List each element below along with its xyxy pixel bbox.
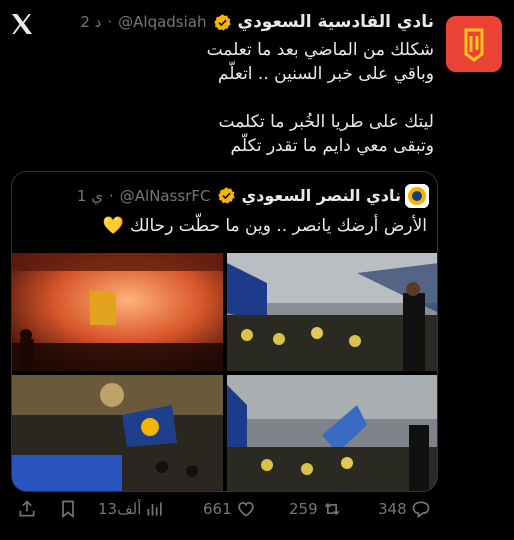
retweet-icon [324, 502, 339, 516]
views-count: 13ألف [98, 500, 142, 518]
quoted-text-body: الأرض أرضك يانصر .. وين ما حطّت رحالك [130, 216, 427, 236]
tweet-time[interactable]: 2 د [80, 13, 101, 31]
bookmark-icon [62, 500, 74, 519]
author-avatar[interactable] [446, 16, 502, 72]
reply-icon [412, 501, 429, 519]
retweet-button[interactable]: 259 [289, 494, 342, 524]
reply-count: 348 [378, 500, 407, 518]
separator-dot: · [107, 13, 113, 31]
media-grid [12, 253, 437, 491]
like-count: 661 [203, 500, 232, 518]
tweet-line: وباقي على خبر السنين .. اتعلّم [217, 64, 434, 84]
media-photo[interactable] [12, 375, 223, 491]
quoted-tweet[interactable]: نادي النصر السعودي @AlNassrFC · 1 ي الأر… [11, 171, 438, 492]
quoted-author-avatar[interactable] [405, 184, 429, 208]
share-icon [19, 500, 35, 517]
yellow-heart-icon: 💛 [102, 216, 124, 236]
action-bar: 13ألف 661 259 348 [0, 494, 514, 524]
tweet-line: ليتك على طريا الخُبر ما تكلمت [218, 112, 435, 132]
retweet-count: 259 [289, 500, 318, 518]
tweet-line-gap [24, 86, 434, 110]
quoted-author-handle[interactable]: @AlNassrFC [120, 187, 211, 205]
bookmark-button[interactable] [58, 494, 78, 524]
tweet-line: وتبقى معي دايم ما تقدر تكلّم [230, 136, 435, 156]
like-icon [237, 501, 254, 517]
reply-button[interactable]: 348 [378, 494, 431, 524]
author-name[interactable]: نادي القادسية السعودي [238, 12, 435, 32]
x-logo-icon[interactable] [10, 12, 34, 36]
tweet-line: شكلك من الماضي بعد ما تعلمت [206, 40, 434, 60]
author-handle[interactable]: @Alqadsiah [118, 13, 206, 31]
separator-dot: · [108, 186, 114, 205]
verified-badge-icon [217, 187, 235, 204]
quoted-author-name[interactable]: نادي النصر السعودي [242, 186, 401, 205]
quoted-text: الأرض أرضك يانصر .. وين ما حطّت رحالك 💛 [103, 216, 427, 236]
views-icon [147, 502, 163, 516]
tweet-header: نادي القادسية السعودي @Alqadsiah · 2 د [80, 12, 434, 32]
like-button[interactable]: 661 [203, 494, 256, 524]
quoted-time[interactable]: 1 ي [77, 187, 103, 205]
tweet-text: شكلك من الماضي بعد ما تعلمت وباقي على خب… [24, 38, 434, 158]
media-photo[interactable] [12, 253, 223, 371]
views-button[interactable]: 13ألف [98, 494, 165, 524]
quoted-header: نادي النصر السعودي @AlNassrFC · 1 ي [77, 186, 401, 205]
verified-badge-icon [213, 13, 231, 31]
media-photo[interactable] [227, 253, 437, 371]
media-photo[interactable] [227, 375, 437, 491]
share-button[interactable] [17, 494, 37, 524]
